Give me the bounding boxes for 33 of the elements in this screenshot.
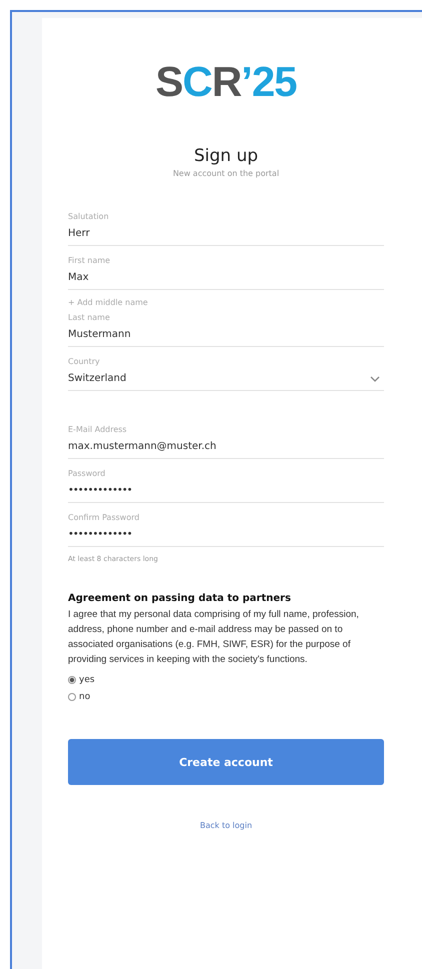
agreement-text: I agree that my personal data comprising of my full name, profession, address, phone number and e-mail address may be passed on to associated organisations (e.g. FMH, SIWF, ESR) for the purpose of providing services in keeping with the society's functions. [68, 608, 360, 667]
field-value: max.mustermann@muster.ch [68, 441, 216, 452]
back-to-login-link[interactable]: Back to login [200, 821, 252, 830]
field-value: Mustermann [68, 329, 131, 340]
field-label: Password [68, 469, 106, 478]
field-label: Country [68, 357, 101, 366]
radio-button[interactable] [68, 676, 76, 684]
radio-button[interactable] [68, 692, 76, 700]
agreement-heading: Agreement on passing data to partners [68, 593, 292, 604]
field-label: Last name [68, 313, 111, 322]
input-field[interactable]: E-Mail Address max.mustermann@muster.ch [68, 421, 384, 459]
field-label: First name [68, 256, 112, 265]
field-label: E-Mail Address [68, 425, 128, 434]
field-value: Switzerland [68, 373, 126, 384]
field-label: Salutation [68, 212, 110, 221]
field-value: ••••••••••••• [68, 485, 132, 496]
page-subtitle: New account on the portal [172, 169, 280, 178]
input-field[interactable]: Confirm Password ••••••••••••• [68, 509, 384, 547]
field-value: ••••••••••••• [68, 529, 132, 540]
chevron-down-icon [370, 376, 380, 382]
field-label: Confirm Password [68, 513, 140, 522]
input-field[interactable]: Salutation Herr [68, 208, 384, 246]
radio-label[interactable]: yes [79, 674, 95, 684]
page-title: Sign up [194, 146, 258, 166]
field-value: Max [68, 272, 89, 283]
input-field[interactable]: First name Max [68, 252, 384, 290]
radio-label[interactable]: no [79, 692, 90, 702]
input-field[interactable]: Last name Mustermann [68, 309, 384, 347]
field-value: Herr [68, 228, 90, 239]
logo: SCR’25 [155, 58, 297, 106]
input-field[interactable]: Password ••••••••••••• [68, 465, 384, 503]
country-select[interactable]: Country Switzerland [68, 353, 384, 391]
create-account-button[interactable]: Create account [68, 739, 384, 785]
